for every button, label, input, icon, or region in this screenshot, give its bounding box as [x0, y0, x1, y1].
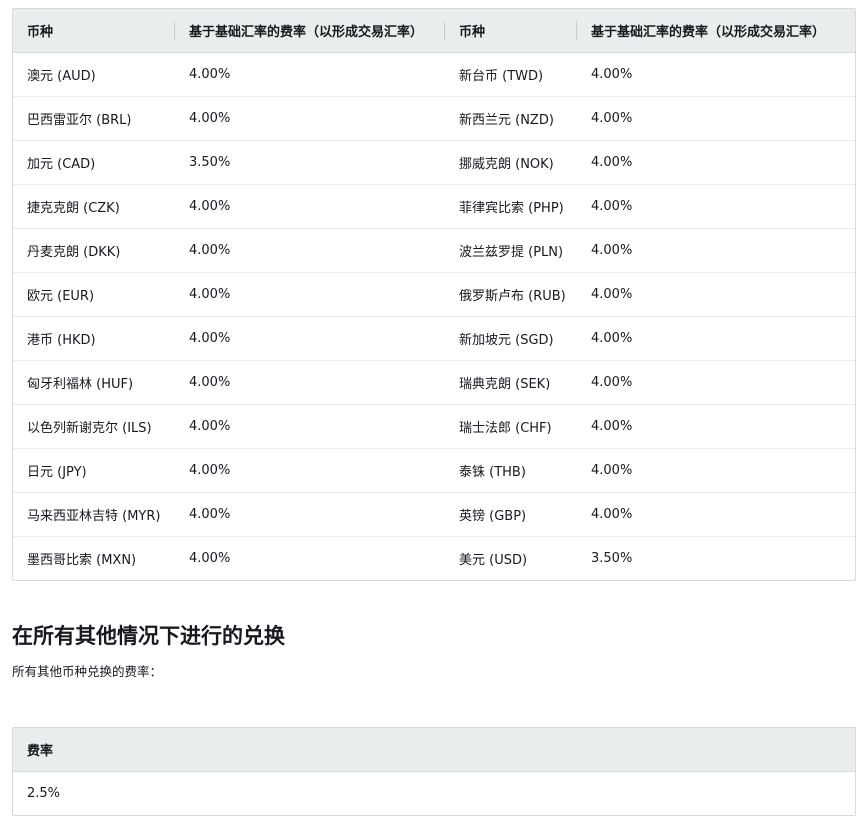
rate-cell: 3.50%: [175, 140, 445, 185]
currency-rates-table: 币种 基于基础汇率的费率（以形成交易汇率） 币种 基于基础汇率的费率（以形成交易…: [12, 8, 856, 581]
section-description: 所有其他币种兑换的费率：: [12, 664, 163, 679]
currency-cell: 俄罗斯卢布 (RUB): [445, 272, 577, 317]
currency-cell: 瑞士法郎 (CHF): [445, 404, 577, 449]
table-row: 巴西雷亚尔 (BRL) 4.00% 新西兰元 (NZD) 4.00%: [13, 96, 855, 141]
column-header-rate: 基于基础汇率的费率（以形成交易汇率）: [175, 9, 445, 53]
table-header-row: 币种 基于基础汇率的费率（以形成交易汇率） 币种 基于基础汇率的费率（以形成交易…: [13, 9, 855, 53]
table-row: 墨西哥比索 (MXN) 4.00% 美元 (USD) 3.50%: [13, 536, 855, 580]
table-row: 港币 (HKD) 4.00% 新加坡元 (SGD) 4.00%: [13, 316, 855, 361]
rate-cell: 4.00%: [577, 140, 855, 185]
currency-cell: 菲律宾比索 (PHP): [445, 184, 577, 229]
rate-cell: 4.00%: [577, 492, 855, 537]
currency-cell: 墨西哥比索 (MXN): [13, 536, 175, 580]
table-row: 捷克克朗 (CZK) 4.00% 菲律宾比索 (PHP) 4.00%: [13, 184, 855, 229]
rate-cell: 4.00%: [175, 184, 445, 229]
currency-cell: 匈牙利福林 (HUF): [13, 360, 175, 405]
other-rate-table: 费率 2.5%: [12, 727, 856, 816]
currency-cell: 港币 (HKD): [13, 316, 175, 361]
rate-cell: 4.00%: [577, 404, 855, 449]
rate-cell: 4.00%: [175, 316, 445, 361]
rate-cell: 4.00%: [189, 67, 231, 82]
currency-cell: 加元 (CAD): [13, 140, 175, 185]
column-header-rate: 基于基础汇率的费率（以形成交易汇率）: [577, 9, 855, 53]
column-header-rate: 费率: [13, 728, 855, 772]
rate-cell: 4.00%: [577, 272, 855, 317]
currency-cell: 英镑 (GBP): [445, 492, 577, 537]
table-header-row: 费率: [13, 728, 855, 772]
table-row: 日元 (JPY) 4.00% 泰铢 (THB) 4.00%: [13, 448, 855, 493]
currency-cell: 丹麦克朗 (DKK): [13, 228, 175, 273]
currency-cell: 巴西雷亚尔 (BRL): [13, 96, 175, 141]
table-row: 匈牙利福林 (HUF) 4.00% 瑞典克朗 (SEK) 4.00%: [13, 360, 855, 405]
rate-cell: 4.00%: [577, 448, 855, 493]
currency-cell: 泰铢 (THB): [445, 448, 577, 493]
rate-cell: 4.00%: [175, 272, 445, 317]
rate-cell: 4.00%: [577, 184, 855, 229]
currency-cell: 日元 (JPY): [13, 448, 175, 493]
rate-cell: 4.00%: [175, 448, 445, 493]
currency-cell: 波兰兹罗提 (PLN): [445, 228, 577, 273]
table-row: 以色列新谢克尔 (ILS) 4.00% 瑞士法郎 (CHF) 4.00%: [13, 404, 855, 449]
currency-cell: 新西兰元 (NZD): [445, 96, 577, 141]
currency-cell: 马来西亚林吉特 (MYR): [13, 492, 175, 537]
section-heading: 在所有其他情况下进行的兑换: [12, 624, 285, 648]
rate-cell: 4.00%: [577, 360, 855, 405]
currency-cell: 美元 (USD): [445, 536, 577, 580]
rate-cell: 4.00%: [175, 360, 445, 405]
rate-cell: 4.00%: [577, 316, 855, 361]
column-header-currency: 币种: [445, 9, 577, 53]
rate-cell: 4.00%: [175, 492, 445, 537]
table-row: 欧元 (EUR) 4.00% 俄罗斯卢布 (RUB) 4.00%: [13, 272, 855, 317]
rate-cell: 3.50%: [577, 536, 855, 580]
table-row: 澳元 (AUD) 4.00% 新台币 (TWD) 4.00%: [13, 53, 855, 97]
rate-cell: 4.00%: [577, 96, 855, 141]
currency-cell: 澳元 (AUD): [27, 69, 96, 84]
currency-cell: 欧元 (EUR): [13, 272, 175, 317]
rate-cell: 4.00%: [175, 404, 445, 449]
column-header-currency: 币种: [13, 9, 175, 53]
rate-cell: 4.00%: [591, 67, 633, 82]
table-row: 2.5%: [13, 772, 855, 816]
currency-cell: 捷克克朗 (CZK): [13, 184, 175, 229]
rate-cell: 4.00%: [577, 228, 855, 273]
currency-cell: 新台币 (TWD): [459, 69, 544, 84]
table-row: 加元 (CAD) 3.50% 挪威克朗 (NOK) 4.00%: [13, 140, 855, 185]
rate-cell: 4.00%: [175, 96, 445, 141]
rate-cell: 2.5%: [27, 786, 61, 801]
currency-cell: 挪威克朗 (NOK): [445, 140, 577, 185]
currency-cell: 瑞典克朗 (SEK): [445, 360, 577, 405]
currency-cell: 新加坡元 (SGD): [445, 316, 577, 361]
currency-cell: 以色列新谢克尔 (ILS): [13, 404, 175, 449]
table-row: 丹麦克朗 (DKK) 4.00% 波兰兹罗提 (PLN) 4.00%: [13, 228, 855, 273]
table-row: 马来西亚林吉特 (MYR) 4.00% 英镑 (GBP) 4.00%: [13, 492, 855, 537]
rate-cell: 4.00%: [175, 536, 445, 580]
rate-cell: 4.00%: [175, 228, 445, 273]
